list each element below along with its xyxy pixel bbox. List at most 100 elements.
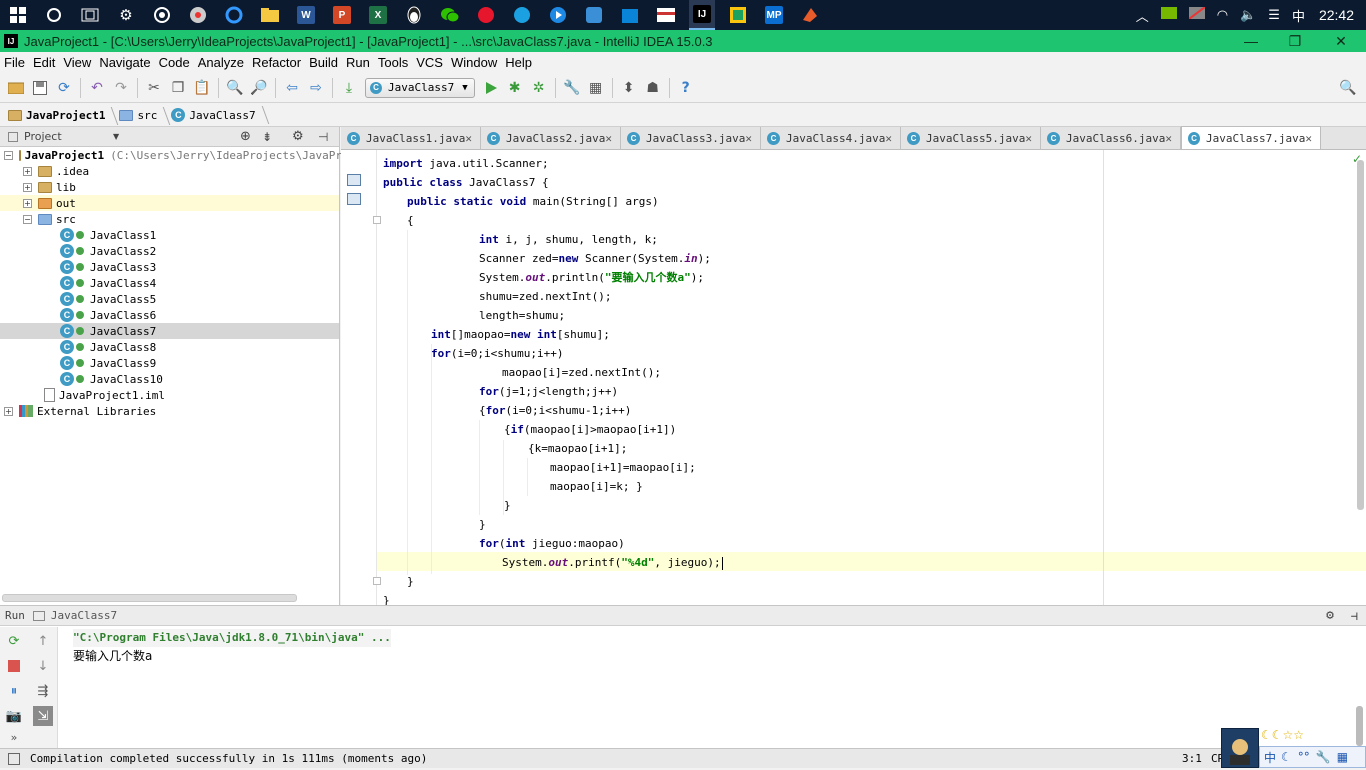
clock[interactable]: 22:42 <box>1319 7 1354 23</box>
caret-position[interactable]: 3:1 <box>1182 752 1202 765</box>
console-output[interactable]: "C:\Program Files\Java\jdk1.8.0_71\bin\j… <box>73 629 391 665</box>
fold-icon[interactable] <box>373 216 381 224</box>
menu-analyze[interactable]: Analyze <box>194 55 248 70</box>
save-icon[interactable] <box>30 78 50 98</box>
tree-item-lib[interactable]: + lib <box>0 179 339 195</box>
sdk-manager-icon[interactable]: ⬍ <box>619 78 639 98</box>
settings-wrench-icon[interactable]: 🔧 <box>562 78 582 98</box>
debug-bug-icon[interactable]: ✱ <box>505 78 525 98</box>
code-editor[interactable]: import java.util.Scanner; public class J… <box>341 150 1366 605</box>
down-arrow-icon[interactable]: ↓ <box>33 656 53 676</box>
tree-item-class[interactable]: C JavaClass1 <box>0 227 339 243</box>
back-arrow-icon[interactable]: ⇦ <box>282 78 302 98</box>
expand-icon[interactable]: + <box>23 166 32 176</box>
menu-refactor[interactable]: Refactor <box>248 55 305 70</box>
excel-app-icon[interactable]: X <box>365 2 391 28</box>
redo-icon[interactable]: ↷ <box>111 78 131 98</box>
scroll-to-end-icon[interactable]: ⇲ <box>33 706 53 726</box>
chrome-like-icon[interactable] <box>185 2 211 28</box>
menu-window[interactable]: Window <box>447 55 501 70</box>
close-tab-icon[interactable]: ✕ <box>745 132 752 145</box>
tree-item-class[interactable]: C JavaClass9 <box>0 355 339 371</box>
chevron-down-icon[interactable]: ▼ <box>113 132 119 141</box>
expand-icon[interactable]: + <box>23 182 32 192</box>
settings-gear-icon[interactable]: ⚙ <box>1326 608 1334 623</box>
menu-navigate[interactable]: Navigate <box>95 55 154 70</box>
collapse-all-icon[interactable]: ⇟ <box>262 130 272 144</box>
tree-item-src[interactable]: − src <box>0 211 339 227</box>
tree-item-class[interactable]: C JavaClass10 <box>0 371 339 387</box>
close-tab-icon[interactable]: ✕ <box>1025 132 1032 145</box>
close-tab-icon[interactable]: ✕ <box>605 132 612 145</box>
android-icon[interactable]: ☗ <box>643 78 663 98</box>
qq-penguin-icon[interactable] <box>401 2 427 28</box>
dump-threads-icon[interactable]: 📷 <box>4 706 24 726</box>
replace-icon[interactable]: 🔎 <box>249 78 269 98</box>
run-gutter-icon[interactable] <box>347 174 361 186</box>
run-gutter-icon[interactable] <box>347 193 361 205</box>
menu-build[interactable]: Build <box>305 55 342 70</box>
weibo-icon[interactable] <box>473 2 499 28</box>
browser-q-icon[interactable] <box>221 2 247 28</box>
intellij-taskbar-icon[interactable]: IJ <box>689 0 715 30</box>
editor-tab[interactable]: C JavaClass5.java ✕ <box>901 127 1041 149</box>
chevron-up-icon[interactable]: ︿ <box>1136 6 1149 25</box>
cut-icon[interactable]: ✂ <box>144 78 164 98</box>
tree-item-class[interactable]: C JavaClass8 <box>0 339 339 355</box>
ime-skin-bar[interactable]: ☾☾☆☆ <box>1261 728 1321 744</box>
menu-edit[interactable]: Edit <box>29 55 59 70</box>
volume-icon[interactable]: 🔈 <box>1240 8 1256 23</box>
hide-panel-icon[interactable]: ⊣ <box>1351 609 1358 623</box>
sync-icon[interactable]: ⟳ <box>54 78 74 98</box>
close-tab-icon[interactable]: ✕ <box>1305 132 1312 145</box>
wechat-icon[interactable] <box>437 2 463 28</box>
pause-icon[interactable]: ⏸ <box>4 681 24 701</box>
up-arrow-icon[interactable]: ↑ <box>33 631 53 651</box>
rerun-icon[interactable]: ⟳ <box>4 631 24 651</box>
project-view-selector[interactable]: Project <box>24 130 62 143</box>
tree-item-out[interactable]: + out <box>0 195 339 211</box>
copy-icon[interactable]: ❐ <box>168 78 188 98</box>
forward-arrow-icon[interactable]: ⇨ <box>306 78 326 98</box>
settings-gear-icon[interactable]: ⚙ <box>292 129 304 144</box>
network-blocked-icon[interactable] <box>1188 6 1206 23</box>
minimize-button[interactable]: — <box>1228 30 1274 52</box>
store-app-icon[interactable] <box>617 2 643 28</box>
locate-target-icon[interactable]: ⊕ <box>240 129 251 144</box>
stop-icon[interactable] <box>4 656 24 676</box>
tree-item-idea[interactable]: + .idea <box>0 163 339 179</box>
powerpoint-app-icon[interactable]: P <box>329 2 355 28</box>
media-player-icon[interactable] <box>545 2 571 28</box>
settings-gear-icon[interactable]: ⚙ <box>113 2 139 28</box>
paste-icon[interactable]: 📋 <box>192 78 212 98</box>
collapse-icon[interactable]: − <box>23 214 32 224</box>
tree-root[interactable]: − JavaProject1 (C:\Users\Jerry\IdeaProje… <box>0 147 342 163</box>
task-view-icon[interactable] <box>77 2 103 28</box>
hide-panel-icon[interactable]: ⊣ <box>318 130 328 144</box>
find-icon[interactable]: 🔍 <box>225 78 245 98</box>
bird-app-icon[interactable] <box>797 2 823 28</box>
vertical-scrollbar[interactable] <box>1357 160 1364 510</box>
tree-item-class[interactable]: C JavaClass6 <box>0 307 339 323</box>
close-tab-icon[interactable]: ✕ <box>1165 132 1172 145</box>
line-separator[interactable]: CR <box>1211 752 1221 765</box>
menu-file[interactable]: File <box>0 55 29 70</box>
project-structure-icon[interactable]: ▦ <box>586 78 606 98</box>
mp-app-icon[interactable]: MP <box>761 2 787 28</box>
menu-vcs[interactable]: VCS <box>412 55 447 70</box>
menu-code[interactable]: Code <box>155 55 194 70</box>
run-config-tab[interactable]: JavaClass7 <box>32 609 117 622</box>
horizontal-scrollbar[interactable] <box>2 594 297 602</box>
target-app-icon[interactable] <box>149 2 175 28</box>
wrench-icon[interactable]: 🔧 <box>1316 750 1331 764</box>
tree-item-class[interactable]: C JavaClass3 <box>0 259 339 275</box>
breadcrumb-src[interactable]: src <box>119 109 167 122</box>
close-tab-icon[interactable]: ✕ <box>885 132 892 145</box>
punctuation-icon[interactable]: °° <box>1298 750 1310 764</box>
photos-app-icon[interactable] <box>581 2 607 28</box>
tree-item-external-libraries[interactable]: + External Libraries <box>0 403 339 419</box>
tool-windows-toggle-icon[interactable] <box>8 752 20 765</box>
globe-app-icon[interactable] <box>509 2 535 28</box>
expand-icon[interactable]: + <box>23 198 32 208</box>
tree-item-iml[interactable]: JavaProject1.iml <box>0 387 339 403</box>
